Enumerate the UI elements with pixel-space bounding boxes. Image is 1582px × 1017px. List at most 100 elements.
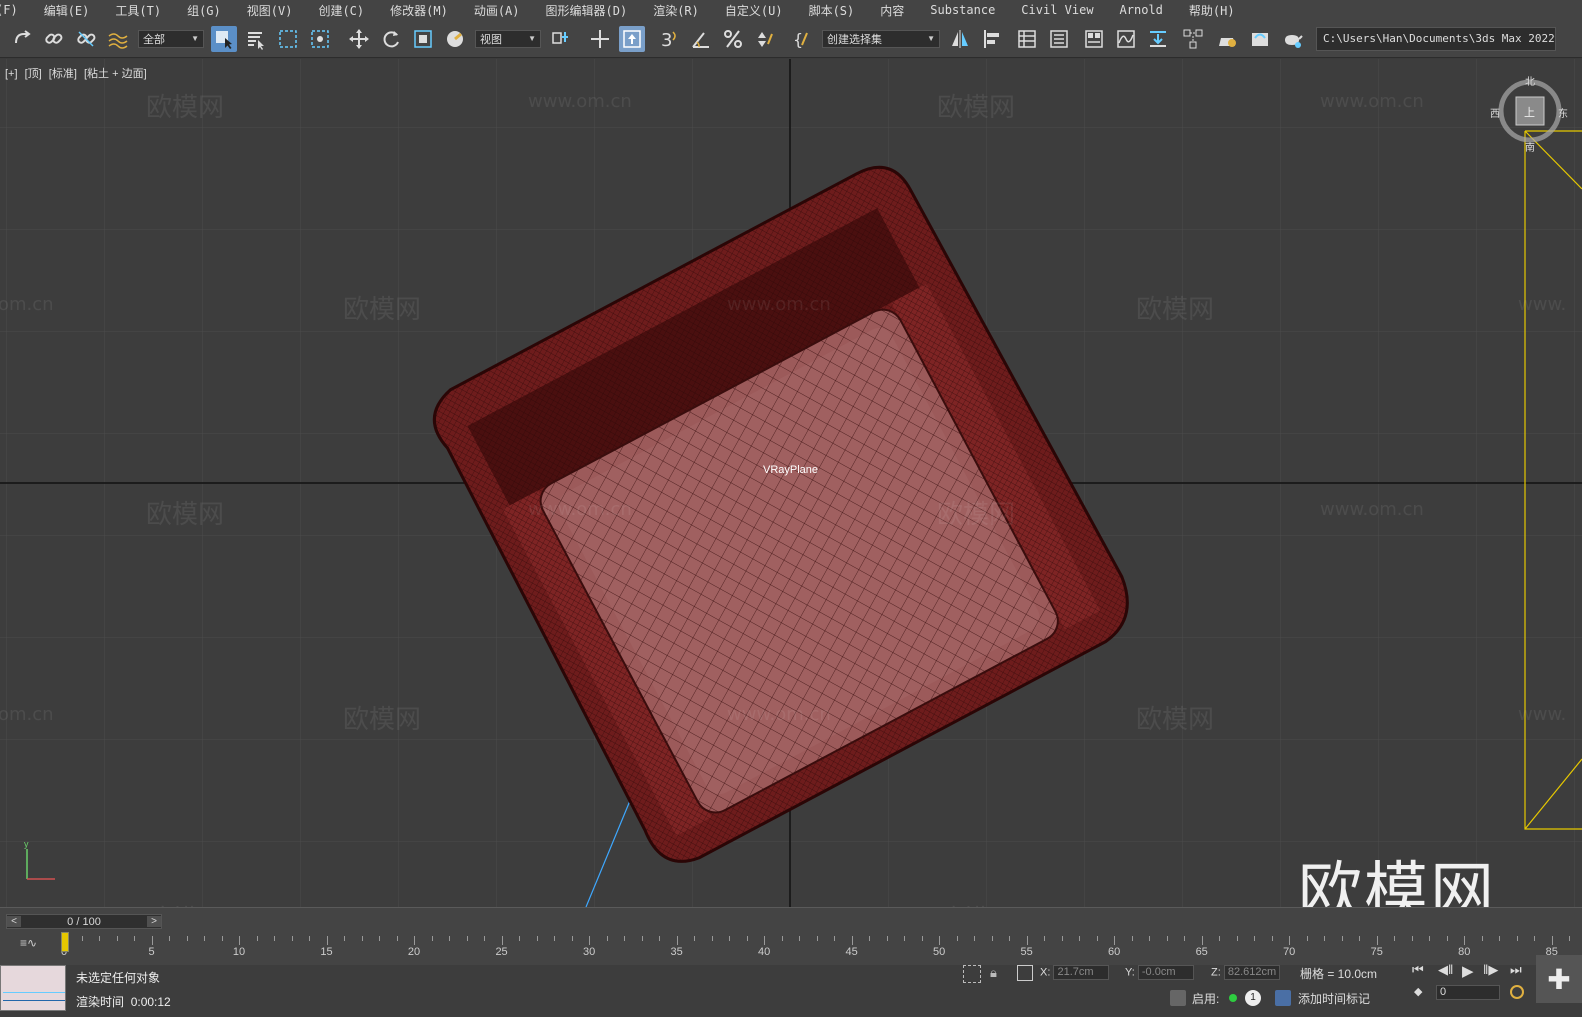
- reference-coord-value: 视图: [480, 33, 502, 46]
- viewport-menu-label[interactable]: [+]: [5, 68, 18, 80]
- pivot-center-button[interactable]: [548, 26, 574, 52]
- time-config-key-icon[interactable]: ◆︎: [1414, 985, 1422, 998]
- link-button[interactable]: [41, 26, 67, 52]
- maxscript-listener-thumb[interactable]: [0, 965, 66, 1011]
- scale-button[interactable]: [410, 26, 436, 52]
- viewport-nav-panel[interactable]: ✚: [1536, 955, 1582, 1003]
- move-button[interactable]: [346, 26, 372, 52]
- next-key-icon[interactable]: ‖▶︎: [1483, 962, 1498, 978]
- timeline-ruler[interactable]: 0 5 10 15 20 25 30 35 40 45 50 55 60 65 70 75 80 85: [60, 932, 1582, 958]
- percent-snap-button[interactable]: [720, 26, 746, 52]
- render-production-button[interactable]: [1279, 26, 1305, 52]
- go-to-start-icon[interactable]: ⏮: [1412, 962, 1424, 978]
- prev-frame-icon[interactable]: <: [7, 916, 21, 927]
- mirror-button[interactable]: [947, 26, 973, 52]
- y-coord[interactable]: Y: -0.0cm: [1125, 965, 1194, 980]
- viewport-standard-label[interactable]: [标准]: [49, 68, 77, 80]
- menu-item[interactable]: Civil View: [1008, 3, 1106, 17]
- menu-item[interactable]: (F): [0, 3, 31, 17]
- layer-explorer-button[interactable]: [1046, 26, 1072, 52]
- current-frame-input[interactable]: 0: [1436, 985, 1500, 1000]
- angle-snap-button[interactable]: [688, 26, 714, 52]
- edit-named-selection-button[interactable]: {: [789, 26, 815, 52]
- timeline-tick: [1534, 936, 1536, 941]
- spinner-snap-button[interactable]: [752, 26, 778, 52]
- place-button[interactable]: [442, 26, 468, 52]
- render-setup-button[interactable]: [1215, 26, 1241, 52]
- viewport-view-label[interactable]: [顶]: [25, 68, 42, 80]
- project-path-field[interactable]: C:\Users\Han\Documents\3ds Max 2022▼: [1316, 26, 1556, 51]
- timeline-tick: [1394, 936, 1396, 941]
- menu-item[interactable]: 视图(V): [234, 2, 306, 19]
- time-config-icon[interactable]: [1510, 985, 1524, 999]
- menu-item[interactable]: 图形编辑器(D): [533, 2, 641, 19]
- isolate-selection-icon[interactable]: [963, 965, 981, 983]
- svg-text:y: y: [24, 839, 29, 849]
- menu-item[interactable]: 帮助(H): [1176, 2, 1248, 19]
- rotate-button[interactable]: [378, 26, 404, 52]
- select-object-button[interactable]: [211, 25, 237, 52]
- time-tag-icon[interactable]: [1275, 990, 1291, 1006]
- timeline-tick: [974, 936, 976, 941]
- selection-lock-icon[interactable]: [1170, 990, 1186, 1006]
- absolute-mode-icon[interactable]: [1017, 965, 1033, 981]
- select-manipulate-button[interactable]: [587, 26, 613, 52]
- bind-spacewarp-button[interactable]: [105, 26, 131, 52]
- menu-item[interactable]: 创建(C): [305, 2, 377, 19]
- watermark-url: om.cn: [0, 294, 54, 315]
- redo-button[interactable]: [9, 26, 35, 52]
- menu-item[interactable]: 自定义(U): [712, 2, 796, 19]
- lock-icon[interactable]: 🔒︎: [990, 965, 997, 981]
- go-to-end-icon[interactable]: ⏭: [1510, 962, 1522, 978]
- menu-item[interactable]: Arnold: [1107, 3, 1176, 17]
- menu-item[interactable]: 修改器(M): [377, 2, 461, 19]
- viewcube-face-label: 上: [1524, 107, 1535, 119]
- menu-item[interactable]: 编辑(E): [31, 2, 103, 19]
- snaps-toggle-button[interactable]: 3: [656, 26, 682, 52]
- next-frame-icon[interactable]: >: [147, 916, 161, 927]
- named-selection-dropdown[interactable]: 创建选择集 ▼: [822, 29, 940, 48]
- selection-filter-dropdown[interactable]: 全部 ▼: [138, 29, 204, 48]
- window-crossing-button[interactable]: [307, 26, 333, 52]
- menu-item[interactable]: 内容: [867, 2, 917, 19]
- x-coord[interactable]: X: 21.7cm: [1040, 965, 1110, 980]
- align-button[interactable]: [979, 26, 1005, 52]
- viewcube[interactable]: 北 西 东 南 上: [1490, 77, 1568, 154]
- unlink-button[interactable]: [73, 26, 99, 52]
- timeline-tick: [939, 936, 941, 945]
- z-value[interactable]: 82.612cm: [1223, 965, 1280, 980]
- time-cursor[interactable]: [61, 932, 69, 952]
- z-coord[interactable]: Z: 82.612cm: [1211, 965, 1280, 980]
- play-icon[interactable]: ▶︎: [1462, 962, 1474, 980]
- enable-count-badge[interactable]: 1: [1245, 990, 1261, 1006]
- menu-item[interactable]: 脚本(S): [796, 2, 868, 19]
- scene-explorer-button[interactable]: [1014, 26, 1040, 52]
- chevron-down-icon: ▼: [1555, 34, 1556, 43]
- viewport-top[interactable]: y 北 西 东 南 上 [+] [顶] [标准] [粘土 + 边面] VRayP…: [0, 59, 1582, 907]
- viewport-label[interactable]: [+] [顶] [标准] [粘土 + 边面]: [5, 65, 151, 81]
- rendered-frame-window-button[interactable]: [1247, 26, 1273, 52]
- prev-key-icon[interactable]: ◀︎‖: [1438, 962, 1453, 978]
- menu-item[interactable]: Substance: [917, 3, 1008, 17]
- menu-item[interactable]: 动画(A): [461, 2, 533, 19]
- menu-item[interactable]: 工具(T): [102, 2, 174, 19]
- viewport-shading-label[interactable]: [粘土 + 边面]: [84, 68, 147, 80]
- select-by-name-button[interactable]: [243, 26, 269, 52]
- schematic-view-button[interactable]: [1145, 26, 1171, 52]
- timeline-tick: [956, 936, 958, 941]
- toggle-ribbon-button[interactable]: [1081, 26, 1107, 52]
- material-editor-button[interactable]: [1180, 26, 1206, 52]
- curve-editor-mini-icon[interactable]: ≡∿: [20, 936, 37, 950]
- x-value[interactable]: 21.7cm: [1053, 965, 1110, 980]
- watermark-url: www.: [1518, 294, 1567, 315]
- timeline-tick: [1149, 936, 1151, 941]
- menu-item[interactable]: 组(G): [174, 2, 234, 19]
- menu-item[interactable]: 渲染(R): [640, 2, 712, 19]
- keyboard-shortcut-override-button[interactable]: [619, 25, 645, 52]
- reference-coord-dropdown[interactable]: 视图 ▼: [475, 29, 541, 48]
- rect-region-button[interactable]: [275, 26, 301, 52]
- curve-editor-button[interactable]: [1113, 26, 1139, 52]
- y-value[interactable]: -0.0cm: [1137, 965, 1194, 980]
- add-time-tag-button[interactable]: 添加时间标记: [1298, 990, 1370, 1007]
- time-slider[interactable]: < 0 / 100 >: [6, 914, 162, 929]
